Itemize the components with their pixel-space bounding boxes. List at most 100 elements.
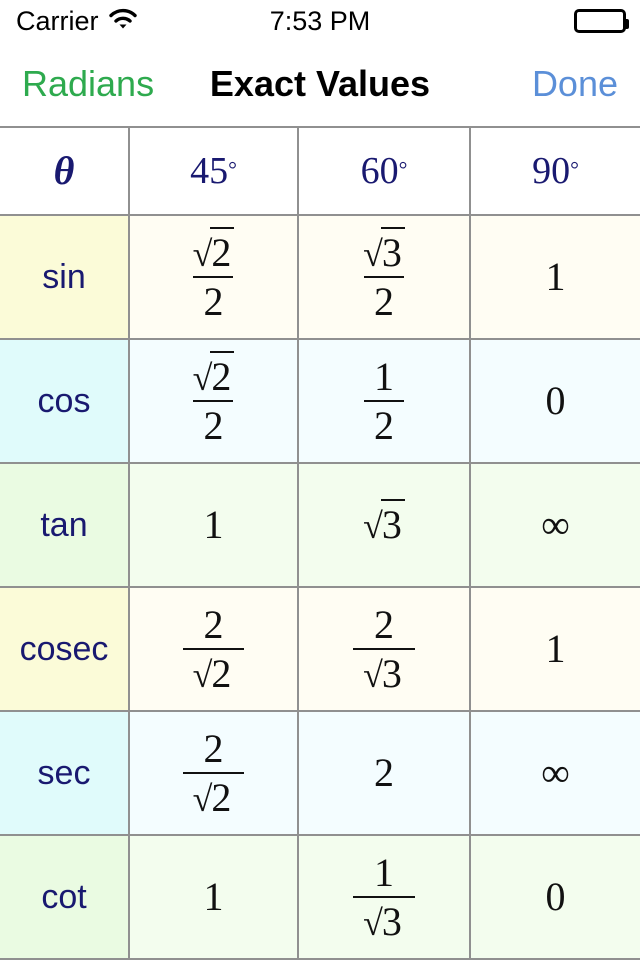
- value-cell-sec-60: 2: [298, 711, 471, 836]
- cell-value: √3: [363, 499, 405, 547]
- radicand: 2: [210, 771, 235, 820]
- radical-expression: √2: [193, 771, 235, 820]
- fraction: 1 √3: [353, 849, 415, 944]
- radicand: 3: [380, 499, 405, 547]
- fraction-denominator: 2: [363, 275, 404, 324]
- cell-value: 1: [545, 254, 566, 299]
- table-row: cot 1 1 √3 0: [0, 835, 640, 960]
- column-header-60: 60°: [298, 128, 471, 216]
- value-cell-sin-60: √3 2: [298, 215, 471, 340]
- value-cell-tan-90: ∞: [470, 463, 640, 588]
- value-text: 2: [203, 601, 224, 647]
- value-text: 2: [203, 278, 224, 324]
- radicand: 2: [210, 350, 235, 399]
- cell-value: 1: [203, 874, 224, 919]
- table-row: sin √2 2 √3 2 1: [0, 215, 640, 340]
- row-label-text: cos: [37, 382, 91, 420]
- fraction: 12: [364, 355, 404, 447]
- value-cell-cosec-60: 2 √3: [298, 587, 471, 712]
- status-bar-right: [574, 0, 629, 42]
- column-header-label: 90: [532, 150, 571, 192]
- radical-sign: √: [363, 654, 383, 695]
- value-cell-cot-45: 1: [129, 835, 299, 960]
- radical-expression: √2: [193, 350, 235, 399]
- value-text: 2: [203, 402, 224, 448]
- radical-expression: √2: [193, 226, 235, 275]
- table-header-row: θ 45° 60° 90°: [0, 128, 640, 216]
- table-row: sec 2 √2 2 ∞: [0, 711, 640, 836]
- radical-expression: √3: [363, 226, 405, 275]
- value-text: 1: [373, 849, 394, 895]
- cell-value: ∞: [541, 502, 570, 547]
- fraction-numerator: 1: [364, 849, 404, 896]
- fraction-numerator: √2: [183, 350, 245, 400]
- fraction-numerator: 2: [364, 601, 404, 648]
- exact-values-table: θ 45° 60° 90° sin √2 2 √3 2 1 cos √2 2 1 2 0 tan 1 √3 ∞ cose…: [0, 128, 640, 960]
- row-label-text: tan: [40, 506, 88, 544]
- row-label-cot: cot: [0, 835, 130, 960]
- radical-expression: √2: [193, 647, 235, 696]
- column-header-90: 90°: [470, 128, 640, 216]
- battery-nub: [625, 19, 629, 29]
- radicand: 2: [210, 226, 235, 275]
- radical-sign: √: [363, 233, 383, 274]
- row-label-tan: tan: [0, 463, 130, 588]
- battery-icon: [574, 9, 629, 33]
- cell-value: 2: [374, 750, 394, 795]
- fraction-denominator: 2: [193, 399, 234, 448]
- degree-symbol: °: [398, 156, 408, 182]
- carrier-label: Carrier: [16, 5, 99, 36]
- value-cell-sin-45: √2 2: [129, 215, 299, 340]
- cell-value: ∞: [541, 750, 570, 795]
- value-text: 2: [373, 601, 394, 647]
- value-cell-tan-45: 1: [129, 463, 299, 588]
- wifi-icon: [108, 8, 138, 35]
- fraction-numerator: √3: [353, 226, 415, 276]
- radical-sign: √: [363, 506, 383, 546]
- cell-value: 1: [545, 626, 566, 671]
- degree-symbol: °: [228, 156, 237, 182]
- status-bar: Carrier 7:53 PM: [0, 0, 640, 42]
- fraction: 2 √3: [353, 601, 415, 696]
- radical-expression: √3: [363, 499, 405, 547]
- row-label-text: sin: [42, 258, 86, 296]
- radicand: 3: [380, 895, 405, 944]
- navigation-bar: Radians Exact Values Done: [0, 42, 640, 126]
- cell-value: 1: [203, 502, 224, 547]
- value-text: 2: [373, 278, 394, 324]
- fraction-denominator: 2: [193, 275, 234, 324]
- fraction-denominator: √3: [353, 647, 415, 696]
- column-header-label: 45: [190, 150, 229, 192]
- fraction: √2 2: [183, 226, 245, 324]
- table-row: cosec 2 √2 2 √3 1: [0, 587, 640, 712]
- row-label-sec: sec: [0, 711, 130, 836]
- table-row: tan 1 √3 ∞: [0, 463, 640, 588]
- row-label-text: cosec: [19, 630, 109, 668]
- row-label-cos: cos: [0, 339, 130, 464]
- column-header-label: 60: [360, 150, 399, 192]
- status-bar-left: Carrier: [16, 5, 138, 36]
- radical-expression: √3: [363, 647, 405, 696]
- fraction: 2 √2: [182, 727, 245, 820]
- fraction-denominator: √2: [182, 771, 245, 820]
- fraction-numerator: 2: [193, 727, 233, 772]
- column-header-45: 45°: [129, 128, 299, 216]
- radicand: 3: [380, 226, 405, 275]
- radians-button[interactable]: Radians: [22, 66, 154, 102]
- value-cell-cot-90: 0: [470, 835, 640, 960]
- done-button[interactable]: Done: [532, 66, 618, 102]
- value-cell-cos-60: 12: [298, 339, 471, 464]
- fraction-denominator: √3: [353, 895, 415, 944]
- fraction-denominator: 2: [364, 399, 404, 447]
- fraction: 2 √2: [182, 601, 245, 696]
- column-header-label: θ: [53, 148, 75, 193]
- value-cell-cosec-90: 1: [470, 587, 640, 712]
- row-label-cosec: cosec: [0, 587, 130, 712]
- value-cell-sec-90: ∞: [470, 711, 640, 836]
- value-cell-sin-90: 1: [470, 215, 640, 340]
- fraction-numerator: √2: [183, 226, 245, 276]
- row-label-text: sec: [37, 754, 91, 792]
- exact-values-table-container: θ 45° 60° 90° sin √2 2 √3 2 1 cos √2 2 1 2 0 tan 1 √3 ∞ cose…: [0, 126, 640, 960]
- value-cell-cos-90: 0: [470, 339, 640, 464]
- value-cell-cos-45: √2 2: [129, 339, 299, 464]
